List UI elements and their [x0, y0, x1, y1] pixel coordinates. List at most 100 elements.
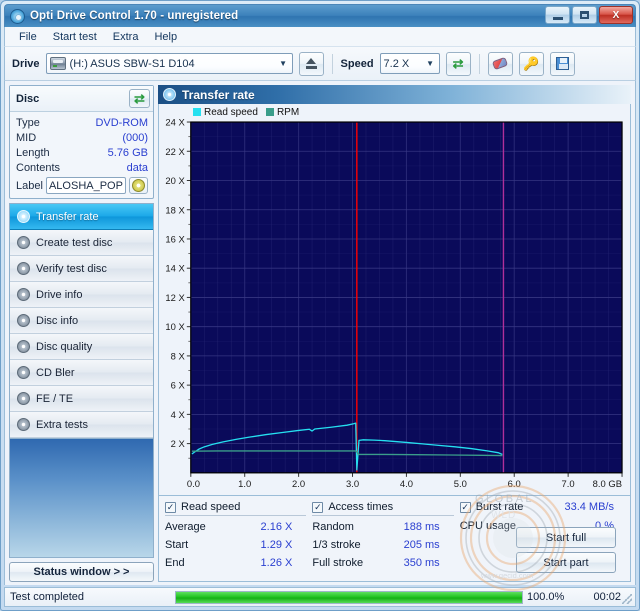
sidebar-item-label: Extra tests	[36, 418, 88, 431]
main-content: Disc ⇄ Type DVD-ROM MID (000) Length 5.7…	[4, 81, 636, 592]
legend-item-rpm: RPM	[265, 107, 300, 118]
sidebar-item-label: Disc info	[36, 314, 79, 327]
disc-label-row: Label ALOSHA_POP	[16, 177, 148, 194]
svg-text:1.0: 1.0	[238, 479, 251, 490]
svg-text:6 X: 6 X	[171, 381, 186, 392]
menu-item-start-test[interactable]: Start test	[45, 29, 105, 45]
burst-rate-checkbox[interactable]: ✓	[459, 501, 471, 513]
window-controls: X	[545, 6, 633, 24]
legend-label: Read speed	[204, 107, 258, 118]
svg-text:10 X: 10 X	[165, 322, 185, 333]
cd-disc-button[interactable]	[129, 177, 148, 194]
maximize-button[interactable]	[572, 6, 597, 24]
disc-icon	[17, 418, 30, 431]
stat-row-third-stroke: 1/3 stroke 205 ms	[312, 536, 453, 554]
sidebar-item-transfer-rate[interactable]: Transfer rate	[10, 204, 153, 230]
sidebar-item-extra-tests[interactable]: Extra tests	[10, 412, 153, 438]
access-times-column: ✓ Access times Random 188 ms 1/3 stroke …	[312, 501, 459, 578]
plot-area: 2 X 4 X 6 X 8 X 10 X 12 X 14 X 16 X 18 X 20 X 22 X…	[161, 118, 628, 493]
progress-bar	[175, 590, 523, 604]
menu-item-help[interactable]: Help	[146, 29, 185, 45]
chevron-down-icon: ▼	[426, 59, 434, 68]
drive-label: Drive	[12, 57, 40, 70]
eject-button[interactable]	[298, 51, 324, 76]
sidebar-item-drive-info[interactable]: Drive info	[10, 282, 153, 308]
sidebar-item-label: FE / TE	[36, 392, 74, 405]
close-button[interactable]: X	[599, 6, 633, 24]
menu-item-file[interactable]: File	[11, 29, 45, 45]
start-full-button[interactable]: Start full	[516, 527, 616, 548]
disc-panel-header: Disc ⇄	[10, 86, 153, 112]
disc-property-list: Type DVD-ROM MID (000) Length 5.76 GB Co…	[10, 112, 153, 198]
read-speed-checkbox[interactable]: ✓	[165, 501, 176, 513]
window-title: Opti Drive Control 1.70 - unregistered	[30, 10, 239, 22]
statistics-panel: ✓ Read speed Average 2.16 X Start 1.29 X…	[158, 484, 631, 592]
sidebar-item-label: Drive info	[36, 288, 83, 301]
cd-disc-icon	[132, 179, 145, 192]
sidebar-item-label: Transfer rate	[36, 210, 99, 223]
disc-info-panel: Disc ⇄ Type DVD-ROM MID (000) Length 5.7…	[9, 85, 154, 199]
disc-icon	[17, 236, 30, 249]
access-times-checkbox[interactable]: ✓	[312, 501, 324, 513]
disc-row-mid: MID (000)	[16, 130, 148, 145]
access-times-checkbox-row[interactable]: ✓ Access times	[312, 501, 454, 516]
read-speed-checkbox-row[interactable]: ✓ Read speed	[165, 501, 307, 516]
burst-rate-label: Burst rate	[475, 501, 524, 513]
disc-icon	[17, 340, 30, 353]
disc-label-field[interactable]: ALOSHA_POP	[45, 177, 126, 194]
start-button-group: Start full Start part	[516, 527, 616, 573]
resize-grip[interactable]	[622, 594, 632, 604]
legend-label: RPM	[276, 107, 300, 118]
disc-value: 5.76 GB	[107, 146, 148, 159]
progress-percent: 100.0%	[527, 591, 565, 603]
svg-text:14 X: 14 X	[165, 264, 185, 275]
drive-select[interactable]: (H:) ASUS SBW-S1 D104 ▼	[45, 53, 293, 74]
svg-text:3.0: 3.0	[346, 479, 359, 490]
erase-button[interactable]	[487, 51, 513, 76]
sidebar-item-cd-bler[interactable]: CD Bler	[10, 360, 153, 386]
stat-value: 350 ms	[403, 557, 440, 569]
disc-key: MID	[16, 131, 37, 144]
refresh-button[interactable]: ⇄	[445, 51, 471, 76]
svg-text:2.0: 2.0	[292, 479, 305, 490]
disc-row-type: Type DVD-ROM	[16, 115, 148, 130]
key-button[interactable]: 🔑	[518, 51, 544, 76]
sidebar-item-label: Disc quality	[36, 340, 93, 353]
status-window-button[interactable]: Status window > >	[9, 562, 154, 582]
svg-text:12 X: 12 X	[165, 293, 185, 304]
stat-value: 1.29 X	[260, 539, 293, 551]
sidebar-item-fe-te[interactable]: FE / TE	[10, 386, 153, 412]
start-part-button[interactable]: Start part	[516, 552, 616, 573]
save-icon	[555, 57, 569, 70]
disc-icon	[163, 88, 176, 101]
menu-item-extra[interactable]: Extra	[105, 29, 147, 45]
legend-swatch	[265, 108, 274, 116]
read-speed-label: Read speed	[181, 501, 241, 513]
toolbar-divider-2	[478, 53, 480, 74]
svg-text:22 X: 22 X	[165, 147, 185, 158]
stat-row-average: Average 2.16 X	[165, 518, 306, 536]
stat-key: Random	[312, 521, 354, 533]
disc-row-contents: Contents data	[16, 160, 148, 175]
sidebar-item-disc-quality[interactable]: Disc quality	[10, 334, 153, 360]
sidebar: Disc ⇄ Type DVD-ROM MID (000) Length 5.7…	[5, 81, 157, 585]
sidebar-item-disc-info[interactable]: Disc info	[10, 308, 153, 334]
burst-rate-checkbox-row[interactable]: ✓ Burst rate 33.4 MB/s	[459, 501, 618, 515]
title-bar: Opti Drive Control 1.70 - unregistered X	[4, 4, 636, 27]
speed-select[interactable]: 7.2 X ▼	[379, 53, 440, 74]
minimize-button[interactable]	[545, 6, 570, 24]
disc-row-length: Length 5.76 GB	[16, 145, 148, 160]
svg-text:7.0: 7.0	[562, 479, 575, 490]
stat-value: 2.16 X	[260, 521, 293, 533]
read-speed-column: ✓ Read speed Average 2.16 X Start 1.29 X…	[165, 501, 312, 578]
eraser-icon	[491, 56, 509, 71]
sidebar-item-create-test-disc[interactable]: Create test disc	[10, 230, 153, 256]
save-button[interactable]	[549, 51, 575, 76]
disc-refresh-button[interactable]: ⇄	[129, 89, 150, 108]
sidebar-item-label: Create test disc	[36, 236, 113, 249]
chart-container: Read speed RPM 2 X 4 X 6 X 8 X 10 X 12 X 14 X 1…	[158, 104, 631, 496]
sidebar-item-verify-test-disc[interactable]: Verify test disc	[10, 256, 153, 282]
disc-label-key: Label	[16, 179, 43, 192]
disc-value: (000)	[122, 131, 148, 144]
toolbar: Drive (H:) ASUS SBW-S1 D104 ▼ Speed 7.2 …	[4, 47, 636, 81]
